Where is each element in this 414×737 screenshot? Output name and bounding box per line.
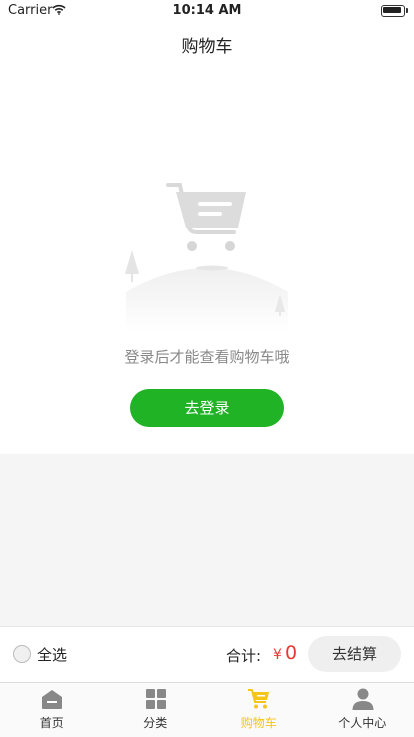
checkout-button[interactable]: 去结算 — [308, 636, 401, 672]
tab-profile-label: 个人中心 — [311, 714, 414, 731]
empty-cart-message: 登录后才能查看购物车哦 — [0, 346, 414, 367]
cart-icon — [247, 687, 271, 711]
select-all-label[interactable]: 全选 — [37, 644, 67, 665]
tab-profile[interactable]: 个人中心 — [311, 683, 414, 737]
user-icon — [351, 687, 375, 711]
empty-cart-panel: 登录后才能查看购物车哦 去登录 — [0, 62, 414, 454]
status-bar: Carrier 10:14 AM — [0, 0, 414, 22]
clock: 10:14 AM — [0, 3, 414, 18]
category-icon — [144, 687, 168, 711]
tab-bar: 首页 分类 购物车 个人中心 — [0, 682, 414, 737]
total-currency: ¥ — [273, 647, 282, 663]
home-icon — [40, 687, 64, 711]
tab-category-label: 分类 — [104, 714, 208, 731]
navigation-bar: 购物车 — [0, 22, 414, 62]
tab-cart-label: 购物车 — [207, 714, 311, 731]
tab-category[interactable]: 分类 — [104, 683, 208, 737]
tab-home-label: 首页 — [0, 714, 104, 731]
page-title: 购物车 — [0, 32, 414, 57]
total-amount: 0 — [285, 642, 297, 664]
empty-cart-illustration — [118, 182, 294, 332]
tab-cart[interactable]: 购物车 — [207, 683, 311, 737]
select-all-radio[interactable] — [13, 645, 31, 663]
total-label: 合计: — [226, 645, 261, 666]
tab-home[interactable]: 首页 — [0, 683, 104, 737]
battery-icon — [381, 5, 405, 17]
login-button[interactable]: 去登录 — [130, 389, 284, 427]
checkout-bar: 全选 合计: ¥ 0 去结算 — [0, 626, 414, 682]
battery-tip — [406, 8, 408, 13]
